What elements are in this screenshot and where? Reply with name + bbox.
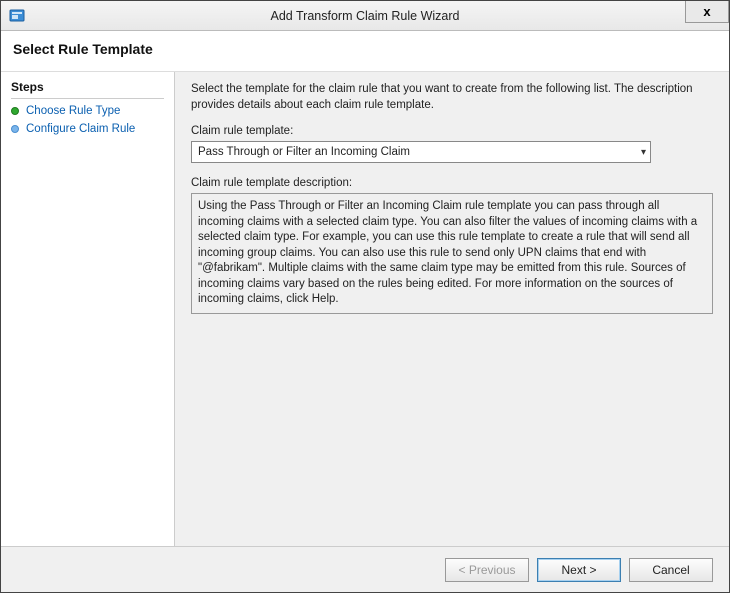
step-label: Configure Claim Rule	[26, 123, 135, 135]
template-label: Claim rule template:	[191, 125, 713, 137]
next-button[interactable]: Next >	[537, 558, 621, 582]
page-header: Select Rule Template	[1, 31, 729, 71]
titlebar: Add Transform Claim Rule Wizard x	[1, 1, 729, 31]
claim-rule-template-dropdown[interactable]: Pass Through or Filter an Incoming Claim…	[191, 141, 651, 163]
template-description-box: Using the Pass Through or Filter an Inco…	[191, 193, 713, 314]
page-title: Select Rule Template	[13, 41, 717, 57]
step-choose-rule-type[interactable]: Choose Rule Type	[11, 105, 164, 117]
instruction-text: Select the template for the claim rule t…	[191, 82, 713, 113]
dropdown-selected-value: Pass Through or Filter an Incoming Claim	[198, 146, 410, 158]
step-label: Choose Rule Type	[26, 105, 120, 117]
template-description-text: Using the Pass Through or Filter an Inco…	[198, 200, 697, 305]
close-icon: x	[703, 4, 710, 19]
previous-button: < Previous	[445, 558, 529, 582]
step-bullet-inactive-icon	[11, 125, 19, 133]
main-panel: Select the template for the claim rule t…	[175, 72, 729, 546]
window-title: Add Transform Claim Rule Wizard	[1, 9, 729, 23]
step-configure-claim-rule[interactable]: Configure Claim Rule	[11, 123, 164, 135]
description-label: Claim rule template description:	[191, 177, 713, 189]
steps-title: Steps	[11, 80, 164, 99]
wizard-footer: < Previous Next > Cancel	[1, 546, 729, 592]
chevron-down-icon: ▾	[641, 147, 646, 158]
wizard-window: Add Transform Claim Rule Wizard x Select…	[0, 0, 730, 593]
cancel-button[interactable]: Cancel	[629, 558, 713, 582]
app-icon	[9, 8, 25, 24]
wizard-body: Steps Choose Rule Type Configure Claim R…	[1, 71, 729, 546]
steps-sidebar: Steps Choose Rule Type Configure Claim R…	[1, 72, 175, 546]
step-bullet-active-icon	[11, 107, 19, 115]
close-button[interactable]: x	[685, 1, 729, 23]
